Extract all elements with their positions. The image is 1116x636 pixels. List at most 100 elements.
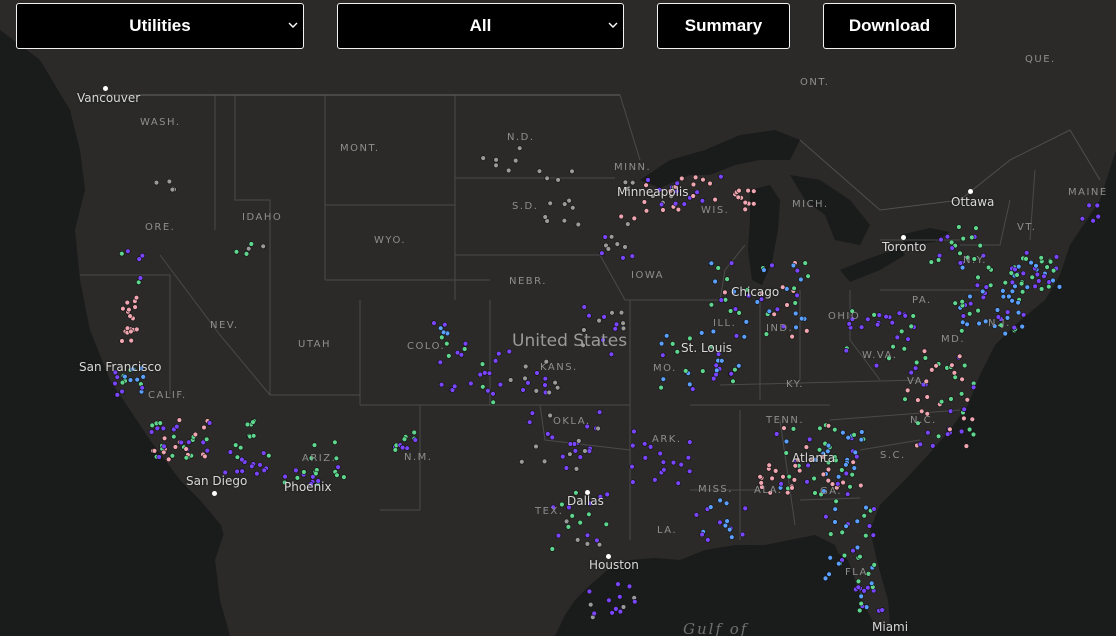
facility-marker[interactable] [1033, 263, 1039, 269]
facility-marker[interactable] [987, 282, 994, 288]
facility-marker[interactable] [618, 213, 624, 220]
facility-marker[interactable] [718, 297, 724, 303]
facility-marker[interactable] [239, 456, 245, 463]
facility-marker[interactable] [533, 443, 539, 450]
facility-marker[interactable] [790, 262, 797, 269]
facility-marker[interactable] [915, 397, 921, 403]
facility-marker[interactable] [227, 449, 234, 455]
facility-marker[interactable] [967, 293, 973, 300]
facility-marker[interactable] [789, 485, 795, 491]
facility-marker[interactable] [183, 446, 189, 452]
facility-marker[interactable] [140, 374, 146, 380]
facility-marker[interactable] [858, 482, 864, 489]
facility-marker[interactable] [681, 201, 687, 207]
facility-marker[interactable] [714, 367, 720, 374]
facility-marker[interactable] [546, 389, 552, 396]
facility-marker[interactable] [563, 465, 570, 471]
facility-marker[interactable] [928, 259, 934, 265]
facility-marker[interactable] [949, 362, 955, 368]
facility-marker[interactable] [772, 468, 779, 474]
facility-marker[interactable] [526, 419, 533, 425]
facility-marker[interactable] [119, 388, 125, 395]
facility-marker[interactable] [713, 362, 719, 369]
facility-marker[interactable] [239, 468, 245, 474]
facility-marker[interactable] [859, 429, 865, 435]
facility-marker[interactable] [493, 157, 499, 163]
facility-marker[interactable] [438, 382, 445, 388]
facility-marker[interactable] [582, 448, 588, 454]
facility-marker[interactable] [669, 341, 676, 347]
facility-marker[interactable] [1008, 270, 1014, 276]
facility-marker[interactable] [966, 311, 973, 317]
facility-marker[interactable] [567, 451, 573, 457]
facility-marker[interactable] [743, 319, 749, 325]
facility-marker[interactable] [658, 340, 665, 347]
facility-marker[interactable] [791, 285, 797, 291]
facility-marker[interactable] [871, 562, 877, 568]
facility-marker[interactable] [120, 306, 126, 312]
facility-marker[interactable] [845, 435, 851, 441]
facility-marker[interactable] [951, 370, 958, 376]
filter-select[interactable]: All [337, 3, 624, 49]
facility-marker[interactable] [233, 442, 239, 448]
facility-marker[interactable] [956, 353, 963, 359]
facility-marker[interactable] [851, 432, 857, 438]
facility-marker[interactable] [902, 313, 908, 319]
facility-marker[interactable] [625, 221, 631, 227]
facility-marker[interactable] [576, 438, 582, 444]
facility-marker[interactable] [1014, 272, 1020, 278]
facility-marker[interactable] [726, 526, 733, 533]
facility-marker[interactable] [773, 431, 780, 437]
facility-marker[interactable] [976, 320, 982, 327]
facility-marker[interactable] [411, 429, 417, 436]
facility-marker[interactable] [596, 409, 603, 415]
facility-marker[interactable] [802, 260, 808, 266]
facility-marker[interactable] [959, 376, 965, 382]
facility-marker[interactable] [736, 310, 742, 316]
facility-marker[interactable] [957, 250, 963, 257]
facility-marker[interactable] [825, 442, 832, 449]
facility-marker[interactable] [781, 425, 787, 431]
facility-marker[interactable] [1032, 283, 1038, 290]
facility-marker[interactable] [1004, 309, 1011, 315]
facility-marker[interactable] [789, 333, 795, 340]
facility-marker[interactable] [525, 380, 531, 386]
facility-marker[interactable] [169, 453, 176, 459]
facility-marker[interactable] [594, 537, 600, 544]
facility-marker[interactable] [918, 408, 925, 414]
summary-button[interactable]: Summary [657, 3, 790, 49]
facility-marker[interactable] [442, 322, 448, 328]
facility-marker[interactable] [1044, 264, 1050, 270]
facility-marker[interactable] [865, 316, 871, 322]
facility-marker[interactable] [724, 276, 730, 282]
facility-marker[interactable] [823, 513, 829, 520]
facility-marker[interactable] [134, 377, 140, 383]
facility-marker[interactable] [246, 246, 252, 252]
facility-marker[interactable] [894, 334, 900, 341]
facility-marker[interactable] [846, 321, 852, 327]
facility-marker[interactable] [908, 323, 914, 330]
facility-marker[interactable] [858, 593, 864, 600]
facility-marker[interactable] [112, 380, 118, 387]
facility-marker[interactable] [178, 439, 185, 446]
facility-marker[interactable] [151, 448, 158, 454]
facility-marker[interactable] [572, 448, 579, 454]
facility-marker[interactable] [127, 313, 133, 319]
facility-marker[interactable] [736, 187, 742, 194]
facility-marker[interactable] [519, 459, 525, 465]
facility-marker[interactable] [961, 415, 967, 422]
facility-marker[interactable] [715, 265, 721, 271]
facility-marker[interactable] [854, 544, 861, 551]
facility-marker[interactable] [176, 417, 183, 423]
facility-marker[interactable] [512, 157, 519, 164]
facility-marker[interactable] [792, 310, 799, 317]
facility-marker[interactable] [905, 336, 911, 342]
facility-marker[interactable] [606, 597, 612, 603]
facility-marker[interactable] [901, 346, 907, 352]
facility-marker[interactable] [497, 381, 504, 388]
facility-marker[interactable] [958, 391, 965, 397]
facility-marker[interactable] [251, 433, 257, 439]
facility-marker[interactable] [125, 248, 131, 254]
facility-marker[interactable] [708, 504, 714, 510]
facility-marker[interactable] [742, 206, 748, 213]
